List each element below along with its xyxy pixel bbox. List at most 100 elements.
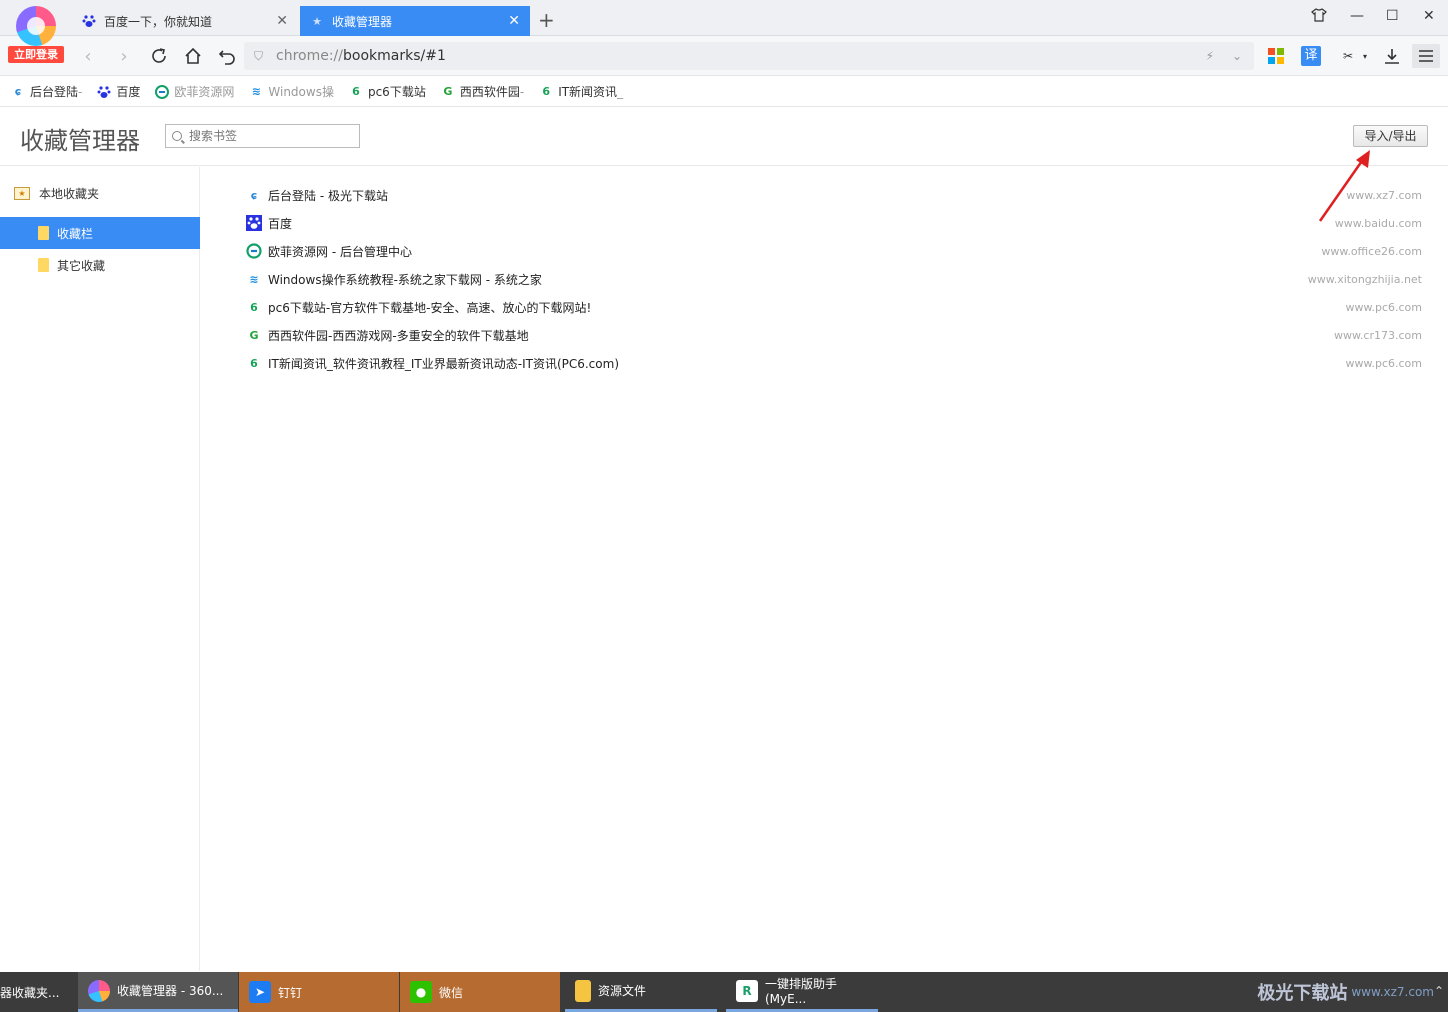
scissors-icon[interactable]: ✂ [1336,44,1360,68]
search-box[interactable] [165,124,360,148]
tab-close-icon[interactable]: ✕ [508,13,520,29]
taskbar-item[interactable]: 收藏管理器 - 360... [78,972,238,1012]
folder-icon [38,258,49,272]
bookmark-title: 后台登陆 - 极光下载站 [268,188,388,203]
taskbar-item[interactable]: 器收藏夹... [0,972,76,1012]
dingtalk-icon: ➤ [249,981,271,1003]
page-title: 收藏管理器 [20,127,140,155]
address-bar[interactable]: ⛉ chrome://bookmarks/#1 ⚡ ⌄ [244,42,1254,70]
login-button[interactable]: 立即登录 [8,46,64,63]
import-export-button[interactable]: 导入/导出 [1353,125,1428,147]
bookmark-domain: www.pc6.com [1345,300,1423,314]
taskbar-item[interactable]: ➤ 钉钉 [239,972,399,1012]
bookmark-title: 欧菲资源网 - 后台管理中心 [268,244,412,259]
tab-bookmark-manager[interactable]: ★ 收藏管理器 ✕ [300,6,530,36]
maximize-icon[interactable]: ☐ [1386,8,1399,24]
apps-grid-icon[interactable] [1264,44,1288,68]
close-window-icon[interactable]: ✕ [1423,8,1435,24]
bookmark-domain: www.xitongzhijia.net [1307,272,1422,286]
bookmark-row[interactable]: ≋ Windows操作系统教程-系统之家下载网 - 系统之家 www.xiton… [246,265,1426,293]
tree-root-local-bookmarks[interactable]: ★ 本地收藏夹 [14,185,99,202]
xitongzhijia-icon: ≋ [249,272,259,286]
bookmark-list: ɕ 后台登陆 - 极光下载站 www.xz7.com 百度 www.baidu.… [246,181,1426,377]
taskbar-item[interactable]: R 一键排版助手(MyE... [726,972,878,1012]
bookmark-bar-item[interactable]: G 西西软件园 - [440,83,524,100]
minimize-icon[interactable]: — [1350,8,1364,24]
windows-taskbar: 器收藏夹... 收藏管理器 - 360... ➤ 钉钉 ● 微信 资源文件 R … [0,972,1448,1012]
bookmark-bar-item[interactable]: 百度 [96,83,140,100]
bookmark-bar: ɕ 后台登陆 - 百度 欧菲资源网 ≋ Windows操 6 pc6下载站 G … [0,77,1448,107]
bookmark-row[interactable]: 欧菲资源网 - 后台管理中心 www.office26.com [246,237,1426,265]
folder-tree-sidebar: ★ 本地收藏夹 收藏栏 其它收藏 [0,167,200,971]
baidu-paw-icon [96,85,112,99]
bookmark-bar-item[interactable]: 6 pc6下载站 [348,83,426,100]
download-icon[interactable] [1380,44,1404,68]
tree-folder-other-bookmarks[interactable]: 其它收藏 [0,249,200,281]
xitongzhijia-icon: ≋ [251,85,261,98]
url-text: chrome://bookmarks/#1 [276,48,446,64]
folder-icon [38,226,49,240]
home-icon[interactable] [181,44,205,68]
pc6-icon: 6 [250,356,258,370]
bookmark-row[interactable]: 6 IT新闻资讯_软件资讯教程_IT业界最新资讯动态-IT资讯(PC6.com)… [246,349,1426,377]
taskbar-item[interactable]: 资源文件 [565,972,717,1012]
back-arrow-icon[interactable]: ‹ [76,44,100,68]
pc6-icon: 6 [542,85,551,98]
translate-icon[interactable]: 译 [1299,44,1323,68]
xz7-icon: ɕ [250,188,258,202]
office26-icon [246,243,262,259]
bookmark-bar-item[interactable]: ɕ 后台登陆 - [10,83,83,100]
wechat-icon: ● [410,981,432,1003]
navigation-bar: ‹ › ⛉ chrome://bookmarks/#1 ⚡ ⌄ 译 ✂ ▾ [0,36,1448,76]
chevron-down-icon[interactable]: ⌄ [1232,49,1242,63]
refresh-icon[interactable] [147,44,171,68]
search-input[interactable] [189,129,349,143]
bookmark-row[interactable]: ɕ 后台登陆 - 极光下载站 www.xz7.com [246,181,1426,209]
bookmark-title: Windows操作系统教程-系统之家下载网 - 系统之家 [268,272,542,287]
forward-arrow-icon[interactable]: › [112,44,136,68]
cr173-icon: G [443,85,453,98]
manager-header: 收藏管理器 导入/导出 [0,107,1448,166]
xz7-icon: ɕ [14,85,22,98]
cr173-icon: G [249,328,259,342]
skin-shirt-icon[interactable] [1311,8,1327,26]
myeditor-icon: R [736,979,758,1002]
tab-label: 收藏管理器 [332,14,393,29]
undo-close-tab-icon[interactable] [215,44,239,68]
bookmark-domain: www.office26.com [1321,244,1422,258]
menu-hamburger-icon[interactable] [1412,44,1440,68]
bookmark-row[interactable]: 百度 www.baidu.com [246,209,1426,237]
tray-chevron-up-icon[interactable]: ⌃ [1434,984,1444,998]
search-icon [172,131,182,141]
tab-close-icon[interactable]: ✕ [276,13,288,29]
pc6-icon: 6 [352,85,360,98]
bookmark-row[interactable]: 6 pc6下载站-官方软件下载基地-安全、高速、放心的下载网站! www.pc6… [246,293,1426,321]
bookmark-bar-item[interactable]: ≋ Windows操 [248,83,334,100]
browser-logo[interactable]: 立即登录 [8,6,64,66]
pc6-icon: 6 [250,300,258,314]
bookmark-bar-item[interactable]: 6 IT新闻资讯 _ [538,83,623,100]
bookmark-title: 百度 [268,216,293,231]
bookmark-title: 西西软件园-西西游戏网-多重安全的软件下载基地 [268,328,529,343]
tab-baidu[interactable]: 百度一下，你就知道 ✕ [72,6,298,36]
star-icon: ★ [312,14,322,28]
bookmark-bar-item[interactable]: 欧菲资源网 [154,83,234,100]
folder-icon [575,979,591,1002]
tab-label: 百度一下，你就知道 [104,14,213,29]
tree-folder-bookmarks-bar[interactable]: 收藏栏 [0,217,200,249]
shield-icon: ⛉ [254,49,264,63]
speed-mode-lightning-icon[interactable]: ⚡ [1206,49,1214,63]
360-browser-icon [88,979,110,1002]
chevron-down-icon[interactable]: ▾ [1358,44,1372,68]
bookmark-row[interactable]: G 西西软件园-西西游戏网-多重安全的软件下载基地 www.cr173.com [246,321,1426,349]
new-tab-button[interactable]: + [538,8,555,32]
starred-folder-icon: ★ [14,187,30,200]
bookmark-title: pc6下载站-官方软件下载基地-安全、高速、放心的下载网站! [268,300,592,315]
baidu-paw-icon [82,14,96,28]
baidu-paw-icon [246,215,262,231]
taskbar-item[interactable]: ● 微信 [400,972,560,1012]
bookmark-domain: www.pc6.com [1345,356,1423,370]
bookmark-domain: www.cr173.com [1333,328,1422,342]
tab-strip: 立即登录 百度一下，你就知道 ✕ ★ 收藏管理器 ✕ + — ☐ ✕ [0,0,1448,63]
360-browser-logo-icon [16,6,56,46]
